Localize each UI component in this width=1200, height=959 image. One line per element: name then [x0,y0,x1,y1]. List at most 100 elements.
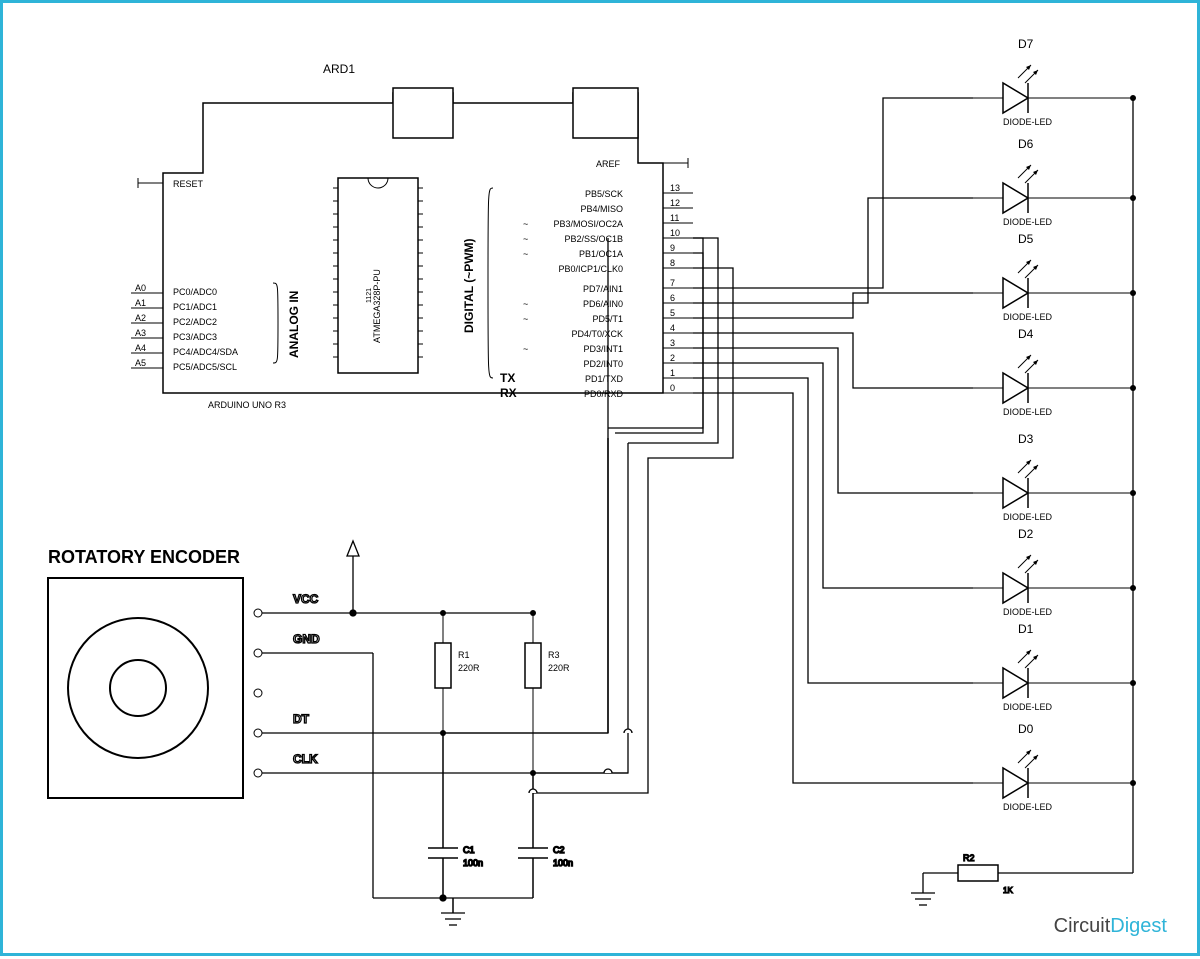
svg-text:PD7/AIN1: PD7/AIN1 [583,284,623,294]
svg-text:D2: D2 [1018,527,1034,541]
analog-in-hdr: ANALOG IN [287,291,301,358]
c1-val: 100n [463,858,483,868]
svg-text:D6: D6 [1018,137,1034,151]
capacitor-c1: C1 100n [428,733,483,898]
svg-text:PB2/SS/OC1B: PB2/SS/OC1B [564,234,623,244]
svg-text:~: ~ [523,249,528,259]
svg-text:DIODE-LED: DIODE-LED [1003,312,1053,322]
svg-text:PD2/INT0: PD2/INT0 [583,359,623,369]
svg-text:~: ~ [523,344,528,354]
svg-text:DIODE-LED: DIODE-LED [1003,702,1053,712]
svg-text:8: 8 [670,258,675,268]
svg-text:PB5/SCK: PB5/SCK [585,189,623,199]
resistor-r1: R1 220R [435,610,480,736]
svg-text:9: 9 [670,243,675,253]
svg-text:PC5/ADC5/SCL: PC5/ADC5/SCL [173,362,237,372]
led-d5: D5 DIODE-LED [973,232,1136,322]
led-d4: D4 DIODE-LED [973,327,1136,417]
c1-ref: C1 [463,845,475,855]
encoder-title: ROTATORY ENCODER [48,547,240,567]
svg-text:DIODE-LED: DIODE-LED [1003,802,1053,812]
led-d0: D0 DIODE-LED [973,722,1136,812]
arduino-block: ARD1 ARDUINO UNO R3 RESET ANALOG IN A0 P… [131,62,693,410]
svg-text:A2: A2 [135,313,146,323]
pin-to-led-wires [693,98,973,783]
svg-text:13: 13 [670,183,680,193]
svg-text:PD6/AIN0: PD6/AIN0 [583,299,623,309]
svg-text:0: 0 [670,383,675,393]
svg-text:DIODE-LED: DIODE-LED [1003,512,1053,522]
dt-label: DT [293,712,310,726]
c2-val: 100n [553,858,573,868]
resistor-r2: R2 1K [911,853,1133,905]
brand-a: Circuit [1054,915,1111,937]
analog-pins: A0 PC0/ADC0 A1 PC1/ADC1 A2 PC2/ADC2 A3 P… [131,283,238,372]
svg-text:PD0/RXD: PD0/RXD [584,389,624,399]
svg-text:D0: D0 [1018,722,1034,736]
svg-text:6: 6 [670,293,675,303]
circuit-frame: ARD1 ARDUINO UNO R3 RESET ANALOG IN A0 P… [0,0,1200,956]
brand-logo: CircuitDigest [1054,915,1167,938]
mcu-chip: ATMEGA328P-PU 1121 [333,178,423,373]
svg-text:A3: A3 [135,328,146,338]
resistor-r3: R3 220R [525,610,570,776]
svg-text:A0: A0 [135,283,146,293]
r3-val: 220R [548,663,570,673]
led-d3: D3 DIODE-LED [973,432,1136,522]
digital-pins-lower: PD7/AIN17 ~PD6/AIN06 ~PD5/T15 PD4/T0/XCK… [500,278,693,400]
r1-ref: R1 [458,650,470,660]
svg-text:PB3/MOSI/OC2A: PB3/MOSI/OC2A [553,219,623,229]
svg-text:DIODE-LED: DIODE-LED [1003,117,1053,127]
svg-text:~: ~ [523,314,528,324]
svg-text:~: ~ [523,219,528,229]
svg-text:D1: D1 [1018,622,1034,636]
encoder-nets: VCC GND DT CLK [262,541,628,898]
svg-text:PC0/ADC0: PC0/ADC0 [173,287,217,297]
led-d6: D6 DIODE-LED [973,137,1136,227]
svg-text:A5: A5 [135,358,146,368]
svg-text:PB1/OC1A: PB1/OC1A [579,249,623,259]
svg-text:3: 3 [670,338,675,348]
gnd-label: GND [293,632,320,646]
svg-text:PB0/ICP1/CLK0: PB0/ICP1/CLK0 [558,264,623,274]
r3-ref: R3 [548,650,560,660]
brand-b: Digest [1110,915,1167,937]
led-d2: D2 DIODE-LED [973,527,1136,617]
svg-text:~: ~ [523,234,528,244]
svg-text:D5: D5 [1018,232,1034,246]
svg-text:PC1/ADC1: PC1/ADC1 [173,302,217,312]
rotary-encoder: ROTATORY ENCODER [48,547,262,798]
r2-val: 1K [1003,886,1013,895]
svg-text:12: 12 [670,198,680,208]
svg-text:4: 4 [670,323,675,333]
svg-text:RX: RX [500,386,517,400]
svg-text:A4: A4 [135,343,146,353]
svg-text:D4: D4 [1018,327,1034,341]
routes [443,238,733,793]
digital-hdr: DIGITAL (~PWM) [462,238,476,333]
arduino-ref: ARD1 [323,62,355,76]
vcc-label: VCC [293,592,319,606]
svg-text:7: 7 [670,278,675,288]
led-d7: D7 DIODE-LED [973,37,1136,127]
svg-text:10: 10 [670,228,680,238]
reset-label: RESET [173,179,204,189]
svg-text:DIODE-LED: DIODE-LED [1003,607,1053,617]
r2-ref: R2 [963,853,975,863]
svg-text:5: 5 [670,308,675,318]
svg-text:PD4/T0/XCK: PD4/T0/XCK [571,329,623,339]
svg-text:PC3/ADC3: PC3/ADC3 [173,332,217,342]
svg-text:TX: TX [500,371,515,385]
mcu-name: ATMEGA328P-PU [372,269,382,343]
svg-text:PC2/ADC2: PC2/ADC2 [173,317,217,327]
svg-text:PD3/INT1: PD3/INT1 [583,344,623,354]
svg-text:1: 1 [670,368,675,378]
svg-text:DIODE-LED: DIODE-LED [1003,217,1053,227]
leds-column: D7 DIODE-LED D6 DIODE-LED D5 [973,37,1136,873]
svg-text:A1: A1 [135,298,146,308]
svg-text:D3: D3 [1018,432,1034,446]
arduino-usb-block [393,88,453,138]
svg-text:PB4/MISO: PB4/MISO [580,204,623,214]
svg-text:PC4/ADC4/SDA: PC4/ADC4/SDA [173,347,238,357]
aref-label: AREF [596,159,621,169]
